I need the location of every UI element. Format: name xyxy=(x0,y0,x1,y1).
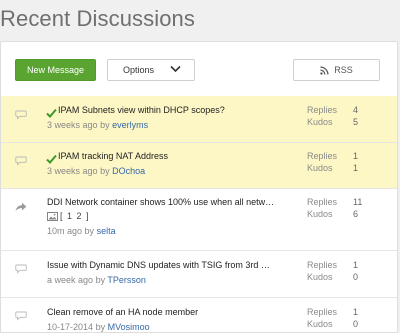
discussion-row[interactable]: Clean remove of an HA node member 10-17-… xyxy=(1,298,397,332)
replies-count: 4 xyxy=(353,105,359,115)
kudos-count: 6 xyxy=(353,209,359,219)
discussion-time: 10m ago xyxy=(47,226,83,236)
by-label: by xyxy=(100,166,110,176)
kudos-count: 0 xyxy=(353,272,359,282)
page-links[interactable]: [ 1 2 ] xyxy=(60,211,90,221)
discussion-title-link[interactable]: Issue with Dynamic DNS updates with TSIG… xyxy=(47,260,270,270)
rss-button[interactable]: RSS xyxy=(293,59,380,81)
rss-label: RSS xyxy=(334,65,353,75)
by-label: by xyxy=(100,120,110,130)
by-label: by xyxy=(84,226,95,236)
rss-icon xyxy=(320,65,329,75)
forward-arrow-icon xyxy=(15,199,27,217)
replies-count: 1 xyxy=(353,307,359,317)
discussion-title-link[interactable]: IPAM Subnets view within DHCP scopes? xyxy=(58,105,225,115)
options-label: Options xyxy=(123,65,155,75)
chevron-down-icon xyxy=(170,65,181,75)
discussion-row[interactable]: IPAM tracking NAT Address 3 weeks ago by… xyxy=(1,143,397,188)
discussion-time: 3 weeks ago xyxy=(47,166,98,176)
speech-bubble-icon xyxy=(15,107,27,125)
kudos-count: 5 xyxy=(353,117,359,127)
replies-label: Replies xyxy=(307,307,338,317)
discussions-panel: New Message Options RSS IPAM Subnets vie… xyxy=(0,41,398,333)
kudos-count: 0 xyxy=(353,319,359,329)
speech-bubble-icon xyxy=(15,308,27,326)
replies-label: Replies xyxy=(307,151,338,161)
discussion-time: a week ago xyxy=(47,275,94,285)
discussion-meta: 3 weeks ago by DOchoa xyxy=(47,166,145,176)
replies-label: Replies xyxy=(307,197,338,207)
author-link[interactable]: TPersson xyxy=(107,275,146,285)
discussion-title-link[interactable]: DDI Network container shows 100% use whe… xyxy=(47,197,274,207)
discussion-title-link[interactable]: Clean remove of an HA node member xyxy=(47,307,198,317)
replies-count: 11 xyxy=(353,197,363,207)
discussion-meta: a week ago by TPersson xyxy=(47,275,146,285)
kudos-label: Kudos xyxy=(307,319,333,329)
discussion-time: 3 weeks ago xyxy=(47,120,98,130)
page-title: Recent Discussions xyxy=(0,6,195,31)
discussion-title-link[interactable]: IPAM tracking NAT Address xyxy=(58,151,168,161)
author-link[interactable]: everlyms xyxy=(112,120,148,130)
replies-count: 1 xyxy=(353,260,359,270)
options-dropdown[interactable]: Options xyxy=(107,59,195,81)
new-message-button[interactable]: New Message xyxy=(15,59,96,81)
discussion-row[interactable]: IPAM Subnets view within DHCP scopes? 3 … xyxy=(1,96,397,142)
kudos-label: Kudos xyxy=(307,209,333,219)
discussion-row[interactable]: DDI Network container shows 100% use whe… xyxy=(1,189,397,250)
discussion-meta: 3 weeks ago by everlyms xyxy=(47,120,148,130)
replies-label: Replies xyxy=(307,260,338,270)
kudos-count: 1 xyxy=(353,163,359,173)
kudos-label: Kudos xyxy=(307,117,333,127)
replies-label: Replies xyxy=(307,105,338,115)
discussion-meta: 10m ago by selta xyxy=(47,226,116,236)
replies-count: 1 xyxy=(353,151,359,161)
by-label: by xyxy=(95,275,106,285)
image-attachment-icon xyxy=(47,211,58,221)
kudos-label: Kudos xyxy=(307,163,333,173)
discussion-row[interactable]: Issue with Dynamic DNS updates with TSIG… xyxy=(1,251,397,297)
author-link[interactable]: selta xyxy=(97,226,116,236)
kudos-label: Kudos xyxy=(307,272,333,282)
speech-bubble-icon xyxy=(15,153,27,171)
speech-bubble-icon xyxy=(15,261,27,279)
author-link[interactable]: DOchoa xyxy=(112,166,145,176)
attachment-pages: [ 1 2 ] xyxy=(47,211,90,221)
